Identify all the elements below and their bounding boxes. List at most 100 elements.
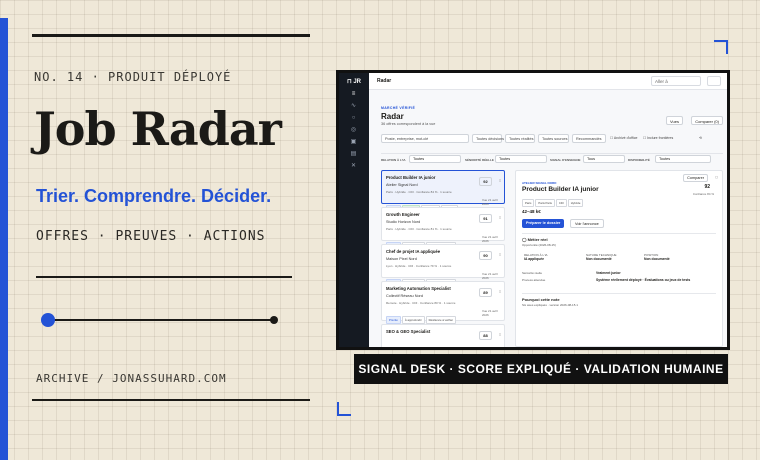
signal-filter-label: SIGNAL D'ENSEIGNE [550,158,581,162]
availability-filter-select[interactable]: Toutes [655,155,711,163]
job-score: 92 [479,177,492,186]
seniority-filter-select[interactable]: Toutes [495,155,547,163]
archive-icon[interactable]: ▣ [350,139,357,146]
corner-mark-bottom-left [337,402,351,416]
job-date: Vue 21 avril 2026 [482,198,498,206]
why-section-title: Pourquoi cette note [522,297,560,302]
issue-label: NO. 14 · PRODUIT DÉPLOYÉ [34,70,232,84]
job-meta: Lyon · Hybride · CDI · Confiance 79 % · … [386,264,452,268]
seniority-filter-label: SÉNIORITÉ RÉELLE [465,158,494,162]
mid-rule [36,276,292,278]
filter-search-input[interactable]: Poste, entreprise, mot-clé [381,134,469,143]
job-title: Marketing Automation Specialist [386,286,451,291]
job-date: Vue 21 avril 2026 [482,309,498,317]
process-value: Système réellement déployé · Évaluations… [596,278,691,282]
detail-salary: 42–48 k€ [522,209,541,214]
detail-compare-button[interactable]: Comparer [683,174,708,182]
divider [522,233,716,234]
relation-filter-select[interactable]: Toutes [409,155,461,163]
main-heading: Radar [381,112,404,121]
filter-proof-checkbox[interactable]: ☐ Archivé d'office [610,136,637,140]
detail-score-label: Confiance 84 % [692,192,714,196]
job-card[interactable]: SEO & GEO Specialist 88 ⌑ [381,324,505,347]
filter-include-checkbox[interactable]: ☐ Inclure frontières [643,136,673,140]
detail-title: Product Builder IA junior [522,186,599,193]
detail-tag: Paris Paris [535,199,555,207]
user-menu[interactable] [707,76,721,86]
tools-icon[interactable]: ✕ [350,163,357,170]
filter-recommendation-select[interactable]: Recommandés [572,134,606,143]
detail-tag: Hybride [567,199,584,207]
bookmark-icon[interactable]: ⌑ [499,289,501,294]
filter-include-label: Inclure frontières [647,136,674,140]
bookmark-icon[interactable]: ⌑ [499,252,501,257]
position-field: POSITION Non documenté [644,253,670,261]
target-icon[interactable]: ◎ [350,127,357,134]
detail-tag: Paris [522,199,535,207]
job-card[interactable]: Chef de projet IA appliquée Maison Pixel… [381,244,505,287]
view-listing-button[interactable]: Voir l'annonce [570,219,604,228]
job-meta: Paris · Hybride · CDI · Confiance 84 % ·… [386,190,452,194]
job-date: Vue 21 avril 2026 [482,235,498,243]
job-card[interactable]: Marketing Automation Specialist Collecti… [381,281,505,324]
detail-close-icon[interactable]: ▢ [715,175,718,179]
tagline: Trier. Comprendre. Décider. [36,186,272,206]
archive-label: ARCHIVE / JONASSUHARD.COM [36,372,227,385]
compare-button[interactable]: Comparer (0) [691,116,723,125]
metier-subtitle: Opportunité (2026-08-15) [522,243,556,247]
availability-filter-label: DISPONIBILITÉ [628,158,650,162]
chip: Résilience à vérifier [425,316,457,324]
nature-value: Non documenté [586,257,612,261]
topbar-title: Radar [377,78,392,84]
sidebar: ⊓ JR ≡ ∿ ○ ◎ ▣ ▤ ✕ [339,73,369,347]
goto-input[interactable]: Aller à [651,76,701,86]
corner-mark-top-right [714,40,728,54]
filter-decision-select[interactable]: Toutes décisions [472,134,504,143]
bookmark-icon[interactable]: ⌑ [499,332,501,337]
nature-field: NATURE TECHNIQUE Non documenté [586,253,617,261]
job-company: Atelier Signal Nord [386,183,418,187]
slider-track [48,319,274,321]
slider-knob [41,313,55,327]
job-card[interactable]: Growth Engineer Studio Horizon Nord Pari… [381,207,505,250]
pulse-icon[interactable]: ∿ [350,103,357,110]
feature-banner: SIGNAL DESK · SCORE EXPLIQUÉ · VALIDATIO… [354,354,728,384]
job-company: Studio Horizon Nord [386,220,421,224]
filter-levels-select[interactable]: Toutes réalités [505,134,535,143]
job-score: 90 [479,251,492,260]
detail-kicker: ATELIER SIGNAL NORD [522,181,557,185]
position-value: Non documenté [644,257,670,261]
relation-field: RELATION À L'IA IA appliquée [524,253,548,261]
folder-icon[interactable]: ▤ [350,151,357,158]
views-button[interactable]: Vues [666,116,683,125]
seniority-field: Séniorité réelle [522,271,542,275]
radar-icon[interactable]: ≡ [350,91,357,98]
slider-end-dot [270,316,278,324]
job-score: 91 [479,214,492,223]
relation-value: IA appliquée [524,257,545,261]
job-date: Vue 21 avril 2026 [482,272,498,280]
job-title: SEO & GEO Specialist [386,329,431,334]
goto-placeholder: Aller à [655,79,668,84]
filter-reset-icon[interactable]: ⟲ [699,136,702,140]
detail-score: 92 [704,184,710,190]
job-card[interactable]: Product Builder IA junior Atelier Signal… [381,170,505,213]
detail-tag: CDI [555,199,567,207]
main-kicker: MARCHÉ VÉRIFIÉ [381,106,416,110]
filter-bar: Poste, entreprise, mot-clé Toutes décisi… [381,134,723,144]
clock-icon[interactable]: ○ [350,115,357,122]
app-screenshot: ⊓ JR ≡ ∿ ○ ◎ ▣ ▤ ✕ Radar Aller à MARCHÉ … [336,70,730,350]
chip: Priorité [386,316,401,324]
process-value-field: Système réellement déployé · Évaluations… [596,278,690,282]
process-field: Process attendue [522,278,545,282]
filter-row-secondary: RELATION À L'IA Toutes SÉNIORITÉ RÉELLE … [381,153,723,163]
detail-tags: Paris Paris Paris CDI Hybride [522,199,584,207]
signal-filter-select[interactable]: Tous [583,155,625,163]
prepare-file-button[interactable]: Préparer le dossier [522,219,565,228]
bookmark-icon[interactable]: ⌑ [499,178,501,183]
filter-sources-select[interactable]: Toutes sources [538,134,569,143]
bookmark-icon[interactable]: ⌑ [499,215,501,220]
job-company: Collectif Réseau Nord [386,294,423,298]
relation-filter-label: RELATION À L'IA [381,158,406,162]
main-subheading: 36 offres correspondent à la vue [381,122,436,126]
